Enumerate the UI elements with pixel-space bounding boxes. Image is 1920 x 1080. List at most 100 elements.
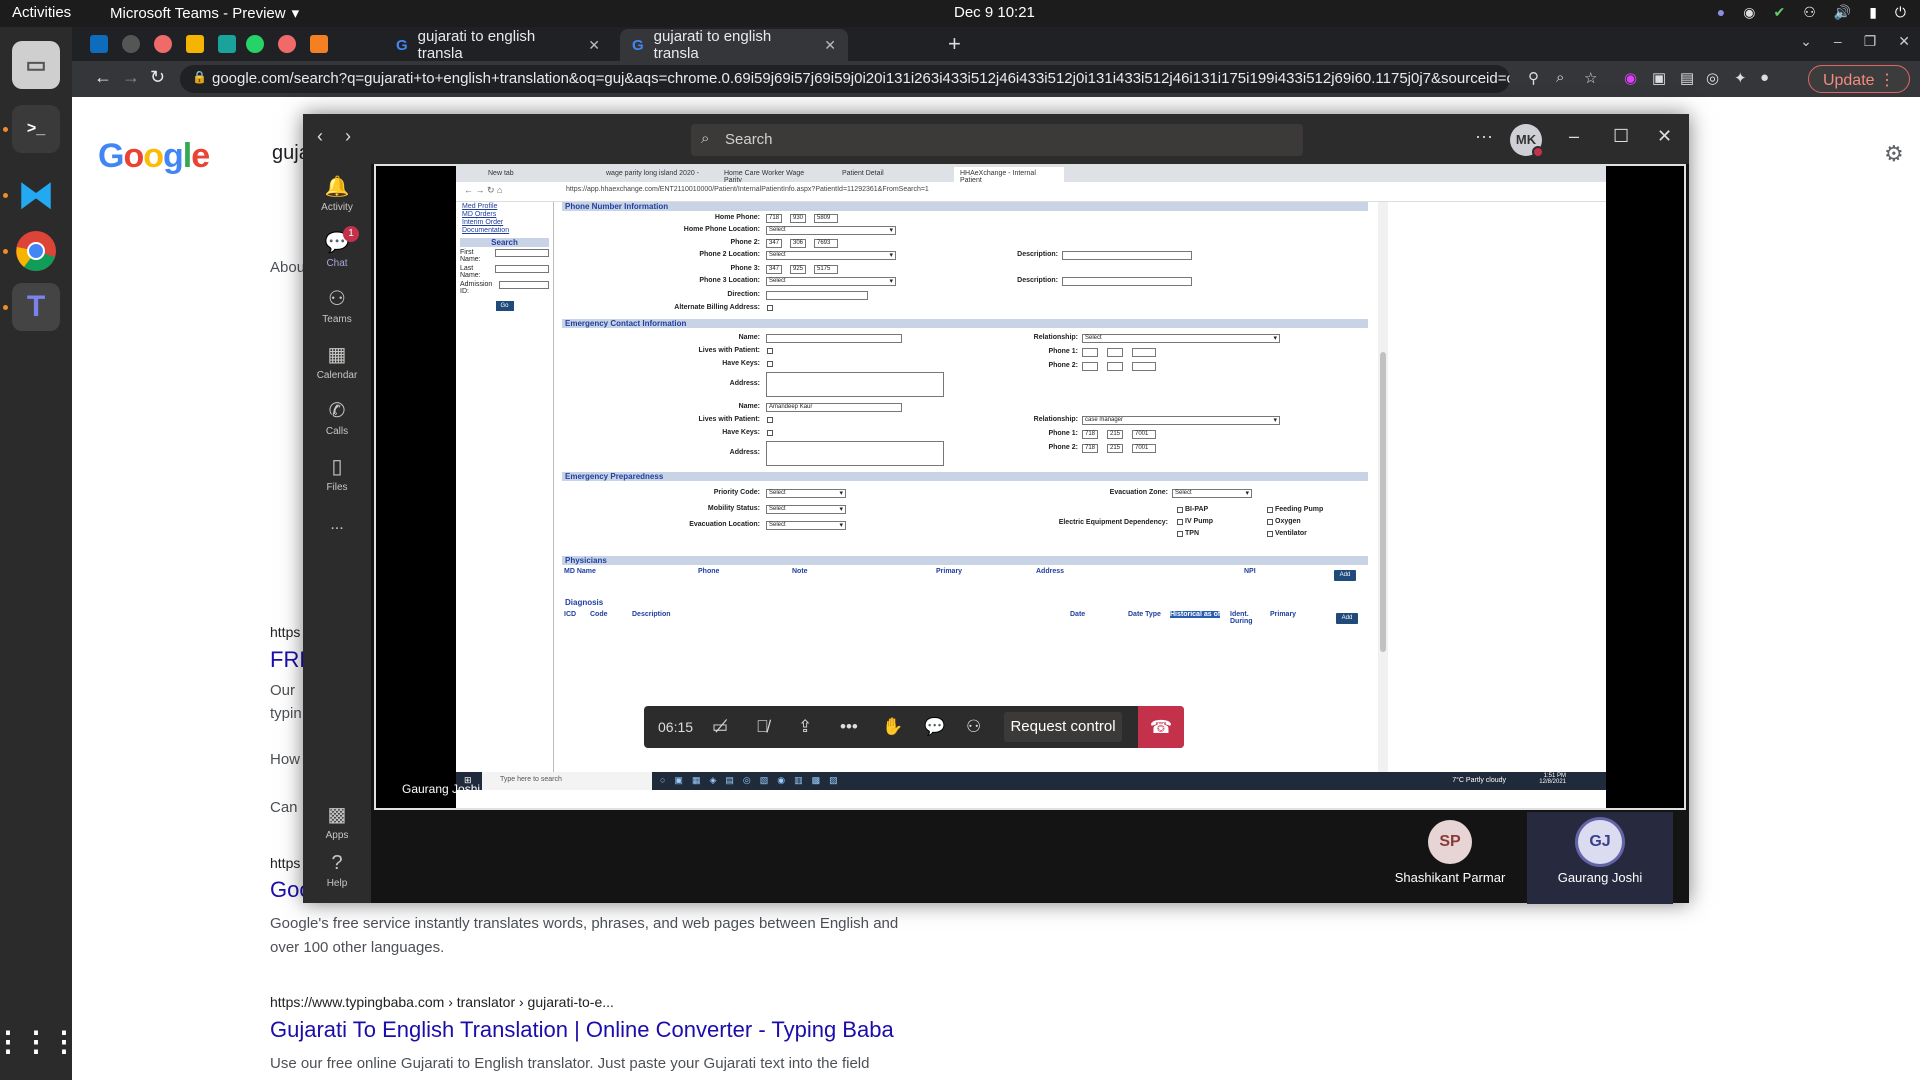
terminal-app-icon[interactable]: >_: [12, 105, 60, 153]
asana-tab-icon-2[interactable]: [278, 35, 296, 53]
bookmark-star-icon[interactable]: ☆: [1584, 69, 1597, 87]
request-control-button[interactable]: Request control: [1004, 712, 1122, 742]
chrome-tray-icon[interactable]: ◉: [1743, 4, 1755, 21]
location-icon[interactable]: ⚲: [1528, 69, 1539, 87]
close-icon[interactable]: ✕: [824, 37, 836, 54]
add-physician-button: Add: [1334, 570, 1356, 581]
maximize-icon[interactable]: ☐: [1613, 126, 1629, 147]
checkbox: [1177, 507, 1183, 513]
teams-app-icon[interactable]: T: [12, 283, 60, 331]
app-tab-icon[interactable]: [218, 35, 236, 53]
clock[interactable]: Dec 9 10:21: [954, 4, 1035, 21]
app-menu[interactable]: Microsoft Teams - Preview ▾: [110, 4, 299, 23]
tab-search-icon[interactable]: ⌄: [1800, 33, 1812, 50]
new-tab-button[interactable]: +: [948, 31, 961, 57]
rail-item-teams[interactable]: ⚇ Teams: [303, 286, 371, 325]
profile-icon[interactable]: ●: [1760, 69, 1769, 86]
puzzle-icon[interactable]: ✦: [1734, 69, 1747, 87]
result-url[interactable]: https: [270, 624, 300, 640]
extension-icon-4[interactable]: ◎: [1706, 69, 1719, 87]
tab-search-2[interactable]: G gujarati to english transla ✕: [620, 28, 848, 62]
reload-icon[interactable]: ↻: [150, 67, 165, 88]
asana-tab-icon[interactable]: [154, 35, 172, 53]
rail-item-chat[interactable]: 💬 1 Chat: [303, 226, 371, 269]
column-header: Date: [1070, 611, 1086, 618]
more-actions-icon[interactable]: •••: [840, 717, 858, 737]
close-icon[interactable]: ✕: [1898, 33, 1910, 50]
label: TPN: [1185, 530, 1199, 537]
github-tab-icon[interactable]: [122, 35, 140, 53]
people-also-ask-item[interactable]: Can: [270, 799, 298, 816]
zoom-icon[interactable]: ⌕: [1556, 69, 1564, 86]
rail-item-apps[interactable]: ▩ Apps: [303, 802, 371, 841]
power-icon[interactable]: ⏻: [1895, 4, 1906, 21]
camera-off-icon[interactable]: ▭̸: [712, 717, 728, 737]
teams-tray-icon[interactable]: ●: [1717, 4, 1725, 21]
checkbox: [767, 417, 773, 423]
rail-item-files[interactable]: ▯ Files: [303, 454, 371, 493]
files-app-icon[interactable]: ▭: [12, 41, 60, 89]
tab-search-1[interactable]: G gujarati to english transla ✕: [384, 28, 612, 62]
result-url[interactable]: https://www.typingbaba.com › translator …: [270, 994, 614, 1010]
raise-hand-icon[interactable]: ✋: [882, 717, 903, 737]
chrome-app-icon[interactable]: [12, 227, 60, 275]
select: Select: [766, 489, 846, 498]
minimize-icon[interactable]: –: [1569, 126, 1579, 147]
running-indicator: [3, 193, 8, 198]
vscode-app-icon[interactable]: ⧓: [12, 171, 60, 219]
whatsapp-tab-icon[interactable]: [246, 35, 264, 53]
back-icon[interactable]: ←: [94, 67, 112, 88]
forward-icon[interactable]: →: [122, 67, 140, 88]
rail-item-calls[interactable]: ✆ Calls: [303, 398, 371, 437]
label: IV Pump: [1185, 518, 1214, 525]
battery-icon[interactable]: ▮: [1869, 4, 1877, 21]
first-name-field: First Name:: [460, 249, 549, 263]
nav-link: Interim Order: [462, 219, 504, 226]
checkbox: [1267, 531, 1273, 537]
extension-icon-3[interactable]: ▤: [1680, 69, 1694, 87]
network-icon[interactable]: ⚇: [1803, 4, 1816, 21]
mic-muted-icon[interactable]: 🎙̸: [756, 717, 769, 737]
hang-up-button[interactable]: ☎: [1138, 706, 1184, 748]
extension-icon-1[interactable]: ◉: [1624, 69, 1637, 87]
address-bar[interactable]: 🔒 google.com/search?q=gujarati+to+englis…: [180, 65, 1510, 93]
user-avatar[interactable]: MK: [1510, 124, 1544, 158]
people-also-ask-item[interactable]: How: [270, 751, 300, 768]
minimize-icon[interactable]: –: [1834, 33, 1842, 50]
tab-label: gujarati to english transla: [653, 28, 772, 62]
share-screen-icon[interactable]: ⇪: [798, 717, 812, 737]
restore-icon[interactable]: ❐: [1864, 33, 1877, 50]
phone-box: 347: [766, 265, 782, 274]
update-button[interactable]: Update ⋮: [1807, 65, 1910, 93]
settings-gear-icon[interactable]: ⚙: [1884, 141, 1904, 167]
outlook-tab-icon[interactable]: [90, 35, 108, 53]
volume-icon[interactable]: 🔊: [1834, 4, 1851, 21]
rail-item-help[interactable]: ? Help: [303, 852, 371, 889]
activities-button[interactable]: Activities: [12, 4, 71, 21]
participants-icon[interactable]: ⚇: [966, 717, 981, 737]
back-icon[interactable]: ‹: [317, 126, 323, 147]
result-title[interactable]: Gujarati To English Translation | Online…: [270, 1017, 894, 1043]
result-url[interactable]: https: [270, 855, 300, 871]
participant-tile[interactable]: SP Shashikant Parmar: [1377, 812, 1523, 904]
stack-tab-icon[interactable]: [310, 35, 328, 53]
rail-item-activity[interactable]: 🔔 Activity: [303, 174, 371, 213]
participant-tile[interactable]: GJ Gaurang Joshi: [1527, 812, 1673, 904]
meeting-chat-icon[interactable]: 💬: [924, 717, 945, 737]
drive-tab-icon[interactable]: [186, 35, 204, 53]
show-apps-icon[interactable]: ⋮⋮⋮: [0, 1017, 78, 1065]
extension-icon-2[interactable]: ▣: [1652, 69, 1666, 87]
google-logo[interactable]: Google: [98, 137, 210, 176]
rail-label: Chat: [326, 258, 348, 269]
rail-item-more[interactable]: ...: [303, 516, 371, 534]
close-icon[interactable]: ✕: [1657, 126, 1672, 147]
close-icon[interactable]: ✕: [588, 37, 600, 54]
remote-tab: Home Care Worker Wage Parity: [724, 170, 805, 184]
teams-search-input[interactable]: ⌕ Search: [691, 124, 1303, 156]
rail-item-calendar[interactable]: ▦ Calendar: [303, 342, 371, 381]
forward-icon[interactable]: ›: [345, 126, 351, 147]
more-options-icon[interactable]: ···: [1475, 126, 1493, 147]
check-tray-icon[interactable]: ✔: [1773, 4, 1785, 21]
rail-label: Files: [326, 482, 348, 493]
system-tray: ● ◉ ✔ ⚇ 🔊 ▮ ⏻: [1717, 4, 1906, 21]
